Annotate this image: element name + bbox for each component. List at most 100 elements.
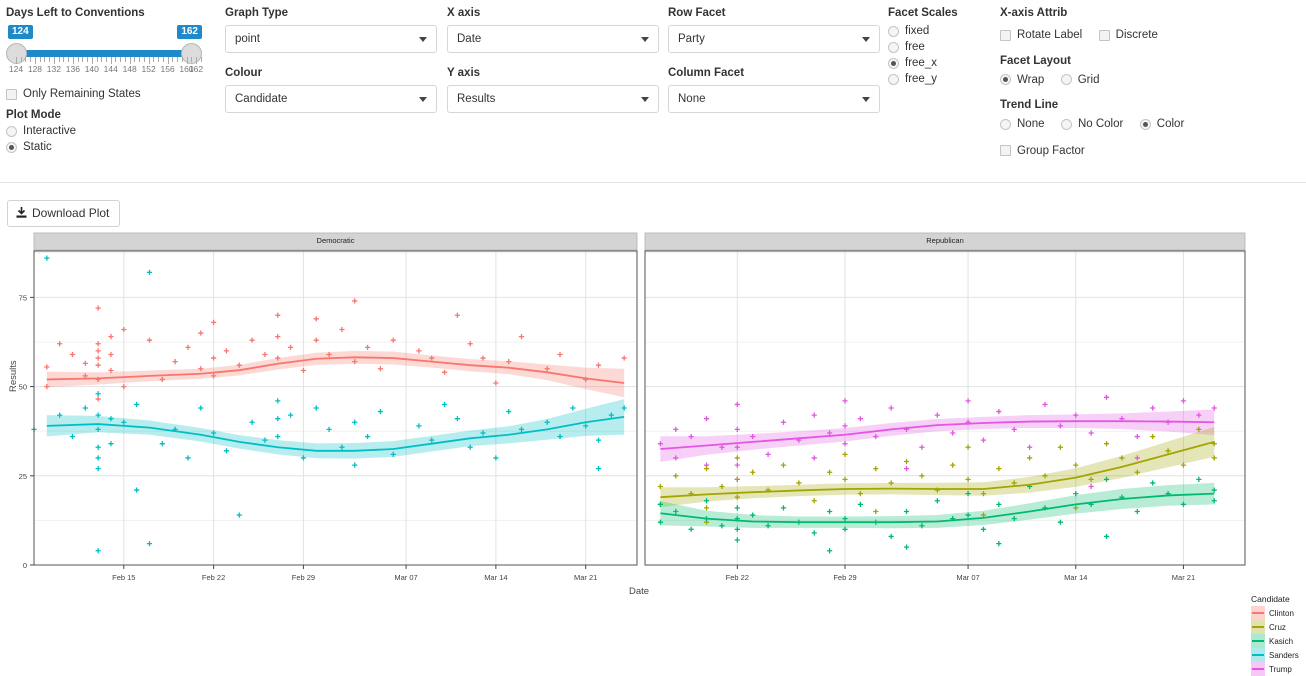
facet-scales-option-free-x[interactable]: free_x [888, 57, 998, 69]
column-facet-select[interactable]: None [668, 85, 880, 113]
plot-mode-interactive-label: Interactive [23, 125, 77, 137]
legend-item-trump[interactable]: Trump [1251, 662, 1305, 676]
days-left-slider[interactable]: 124 162 124 128 132 136 140 144 148 152 156 160 16… [6, 25, 203, 76]
chart-svg: Democratic Feb 15 Feb 22 Feb 29 Mar 07 Mar 14… [19, 232, 1246, 582]
group-factor-checkbox[interactable]: Group Factor [1000, 145, 1300, 157]
facet-scales-free-label: free [905, 41, 925, 53]
legend-item-clinton[interactable]: Clinton [1251, 606, 1305, 620]
facet-scales-free-y-label: free_y [905, 73, 937, 85]
facet-layout-wrap-label: Wrap [1017, 73, 1045, 86]
y-axis-label: Y axis [447, 67, 481, 79]
checkbox-box [6, 88, 17, 100]
rotate-label-checkbox[interactable]: Rotate Label [1000, 29, 1082, 41]
slider-tick-label: 148 [122, 64, 137, 74]
trend-line-color-label: Color [1156, 118, 1185, 130]
slider-tick-minor [82, 57, 84, 62]
chevron-down-icon [641, 37, 649, 42]
plot-mode-label: Plot Mode [6, 109, 61, 121]
slider-tick [34, 57, 36, 64]
facet-column: Row Facet Party Column Facet None [668, 6, 880, 126]
y-axis-select[interactable]: Results [447, 85, 659, 113]
x-tick-label: Feb 22 [202, 573, 225, 582]
column-facet-label: Column Facet [668, 67, 745, 79]
chart-legend: Candidate Clinton Cruz Kasich Sanders Trump [1251, 594, 1305, 676]
x-axis-label: X axis [447, 7, 481, 19]
plot-mode-option-static[interactable]: Static [6, 141, 216, 153]
row-facet-label: Row Facet [668, 7, 726, 19]
slider-tick-minor [134, 57, 136, 62]
facet-scales-option-free[interactable]: free [888, 41, 998, 53]
row-facet-select[interactable]: Party [668, 25, 880, 53]
legend-key-line [1252, 612, 1264, 614]
rotate-label-text: Rotate Label [1017, 29, 1083, 41]
radio-circle [6, 141, 17, 153]
slider-tick [91, 57, 93, 64]
download-plot-button[interactable]: Download Plot [7, 200, 121, 227]
slider-tick-label: 140 [84, 64, 99, 74]
slider-tick-minor [120, 57, 122, 62]
legend-key-line [1252, 654, 1264, 656]
slider-tick-minor [58, 57, 60, 62]
slider-tick-minor [101, 57, 103, 62]
x-axis-title: Date [629, 586, 650, 597]
panel-background [34, 251, 637, 565]
facet-layout-option-grid[interactable]: Grid [1060, 74, 1099, 86]
legend-key-line [1252, 626, 1264, 628]
slider-tick-minor [191, 57, 193, 62]
plot-mode-option-interactive[interactable]: Interactive [6, 125, 216, 137]
slider-tick [186, 57, 188, 64]
legend-key-line [1252, 668, 1264, 670]
colour-select[interactable]: Candidate [225, 85, 437, 113]
plot-area: Democratic Feb 15 Feb 22 Feb 29 Mar 07 Mar 14… [0, 226, 1306, 676]
radio-circle [1000, 118, 1011, 130]
facet-scales-option-fixed[interactable]: fixed [888, 25, 998, 37]
checkbox-box [1000, 29, 1011, 41]
radio-circle [888, 25, 899, 37]
chevron-down-icon [862, 97, 870, 102]
radio-circle [888, 41, 899, 53]
slider-tick-minor [87, 57, 89, 62]
y-axis-value: Results [457, 93, 496, 105]
radio-circle [1060, 74, 1072, 85]
legend-key-swatch [1251, 606, 1265, 620]
facet-scales-label: Facet Scales [888, 7, 958, 19]
slider-tick-minor [77, 57, 79, 62]
slider-tick [72, 57, 74, 64]
slider-tick-label: 136 [65, 64, 80, 74]
radio-circle [1060, 118, 1072, 130]
slider-value-min: 124 [8, 25, 33, 39]
facet-layout-option-wrap[interactable]: Wrap [1000, 74, 1044, 86]
graph-type-column: Graph Type point Colour Candidate [225, 6, 437, 126]
radio-circle [888, 73, 899, 85]
slider-tick-minor [30, 57, 32, 62]
x-axis-value: Date [457, 33, 482, 45]
legend-item-sanders[interactable]: Sanders [1251, 648, 1305, 662]
discrete-checkbox[interactable]: Discrete [1098, 29, 1158, 41]
graph-type-select[interactable]: point [225, 25, 437, 53]
slider-rail[interactable] [14, 50, 194, 57]
x-axis-select[interactable]: Date [447, 25, 659, 53]
chevron-down-icon [419, 97, 427, 102]
legend-item-kasich[interactable]: Kasich [1251, 634, 1305, 648]
facet-scales-free-x-label: free_x [905, 57, 937, 69]
slider-tick-label: 152 [141, 64, 156, 74]
x-axis-attrib-label: X-axis Attrib [1000, 7, 1068, 19]
x-tick-label: Mar 21 [574, 573, 597, 582]
slider-tick-minor [143, 57, 145, 62]
slider-tick-minor [200, 57, 202, 62]
facet-scales-option-free-y[interactable]: free_y [888, 73, 998, 85]
facet-scales-fixed-label: fixed [905, 25, 930, 37]
slider-tick-label: 128 [27, 64, 43, 74]
x-tick-label: Mar 21 [1172, 573, 1195, 582]
slider-tick-minor [177, 57, 179, 62]
only-remaining-states-label: Only Remaining States [23, 88, 141, 100]
legend-item-cruz[interactable]: Cruz [1251, 620, 1305, 634]
slider-tick-labels: 124 128 132 136 140 144 148 152 156 160 162 [6, 64, 203, 76]
trend-line-option-none[interactable]: None [1000, 118, 1045, 130]
trend-line-option-no-color[interactable]: No Color [1060, 118, 1123, 130]
x-tick-label: Mar 07 [394, 573, 417, 582]
slider-tick [129, 57, 131, 64]
slider-tick-minor [124, 57, 126, 62]
trend-line-option-color[interactable]: Color [1139, 118, 1185, 130]
only-remaining-states-checkbox[interactable]: Only Remaining States [6, 88, 216, 100]
